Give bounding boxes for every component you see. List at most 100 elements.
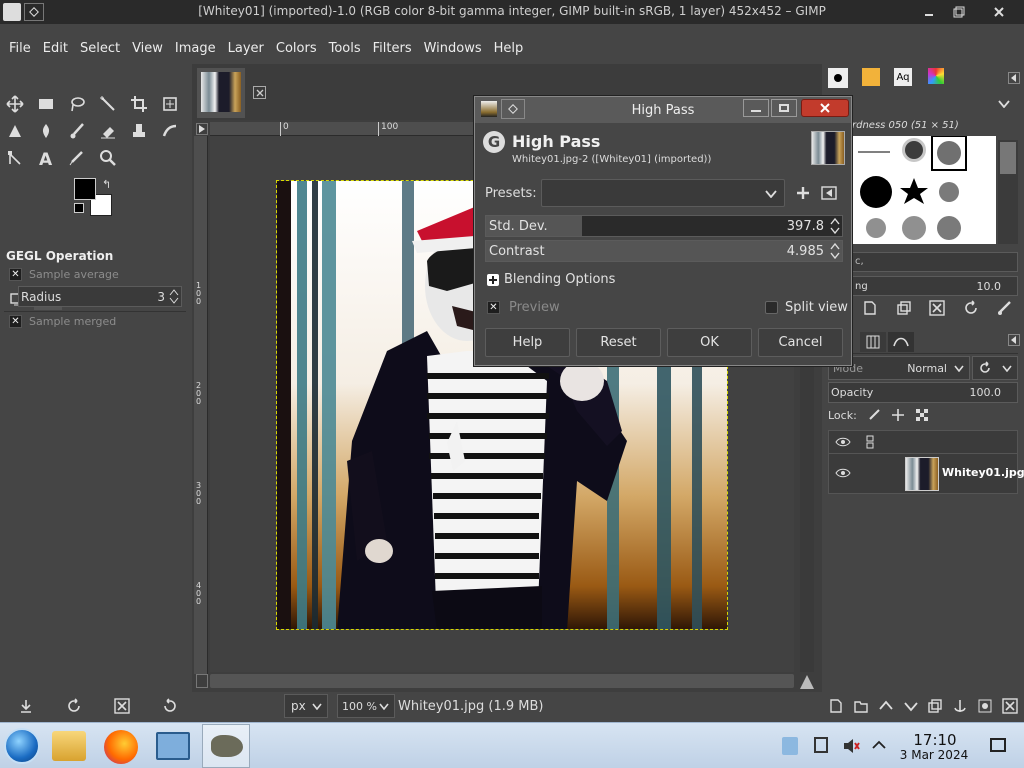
blending-options-expander[interactable]: Blending Options <box>487 272 615 287</box>
quick-mask-menu-icon[interactable] <box>196 123 208 135</box>
menu-filters[interactable]: Filters <box>373 41 412 56</box>
horizontal-scrollbar[interactable] <box>210 674 794 688</box>
sample-merged-checkbox[interactable]: ✕ <box>9 315 22 328</box>
ok-button[interactable]: OK <box>667 328 752 357</box>
clone-tool-icon[interactable] <box>127 119 151 143</box>
delete-brush-icon[interactable] <box>929 300 945 316</box>
brush-grid-scrollbar[interactable] <box>998 140 1018 244</box>
gimp-taskbar-item[interactable] <box>202 724 250 768</box>
foreground-color-swatch[interactable] <box>74 178 96 200</box>
brush-tag-filter[interactable]: c, <box>852 252 1018 272</box>
navigate-icon[interactable] <box>799 674 815 690</box>
split-view-checkbox[interactable] <box>765 301 778 314</box>
help-button[interactable]: Help <box>485 328 570 357</box>
bucket-fill-tool-icon[interactable] <box>3 119 27 143</box>
fg-bg-color-selector[interactable]: ↰ <box>74 178 114 218</box>
tray-expand-chevron-icon[interactable] <box>872 740 886 750</box>
menu-layer[interactable]: Layer <box>228 41 264 56</box>
dialog-titlebar[interactable]: High Pass <box>475 97 851 123</box>
swap-colors-icon[interactable]: ↰ <box>102 178 111 191</box>
fuzzy-select-tool-icon[interactable] <box>96 92 120 116</box>
std-dev-slider[interactable]: Std. Dev. 397.8 <box>485 215 843 237</box>
preview-toggle[interactable]: ✕ Preview <box>487 300 560 315</box>
menu-colors[interactable]: Colors <box>276 41 317 56</box>
new-layer-icon[interactable] <box>828 698 844 714</box>
vertical-ruler[interactable]: 1 0 0 2 0 0 3 0 0 4 0 0 <box>194 136 208 674</box>
add-mask-icon[interactable] <box>977 698 993 714</box>
lock-pixels-icon[interactable] <box>867 408 881 422</box>
anchor-layer-icon[interactable] <box>952 698 968 714</box>
reset-tool-options-icon[interactable] <box>162 698 178 714</box>
default-colors-icon[interactable] <box>74 203 84 213</box>
presets-select[interactable] <box>541 179 785 207</box>
crop-tool-icon[interactable] <box>127 92 151 116</box>
brush-spacing-slider[interactable]: ng 10.0 <box>852 276 1018 296</box>
cancel-button[interactable]: Cancel <box>758 328 843 357</box>
add-preset-icon[interactable] <box>795 185 811 201</box>
restore-button[interactable] <box>946 3 972 21</box>
menu-select[interactable]: Select <box>80 41 120 56</box>
lock-position-icon[interactable] <box>891 408 905 422</box>
paths-tab-icon[interactable] <box>888 332 914 352</box>
unit-select[interactable]: px <box>284 694 328 718</box>
sample-average-checkbox[interactable]: ✕ <box>9 268 22 281</box>
lasso-tool-icon[interactable] <box>65 92 89 116</box>
raise-layer-icon[interactable] <box>878 698 894 714</box>
brushes-dock-menu-icon[interactable] <box>1008 72 1020 84</box>
clock-time[interactable]: 17:10 <box>910 731 960 749</box>
menu-file[interactable]: File <box>9 41 31 56</box>
dialog-maximize-button[interactable] <box>771 99 797 117</box>
presets-menu-icon[interactable] <box>821 185 837 201</box>
control-panel-taskbar-icon[interactable] <box>156 732 190 760</box>
lower-layer-icon[interactable] <box>903 698 919 714</box>
reset-button[interactable]: Reset <box>576 328 661 357</box>
radius-spinner[interactable]: Radius 3 <box>18 286 182 307</box>
clipboard-tray-icon[interactable] <box>814 737 828 753</box>
new-layer-group-icon[interactable] <box>853 698 869 714</box>
std-dev-stepper-icon[interactable] <box>830 218 840 234</box>
save-tool-preset-icon[interactable] <box>18 698 34 714</box>
firefox-taskbar-icon[interactable] <box>104 730 138 764</box>
opacity-slider[interactable]: Opacity 100.0 <box>828 382 1018 403</box>
menu-tools[interactable]: Tools <box>329 41 361 56</box>
menu-view[interactable]: View <box>132 41 163 56</box>
menu-image[interactable]: Image <box>175 41 216 56</box>
start-button[interactable] <box>4 728 40 764</box>
sample-average-row[interactable]: ✕ Sample average <box>9 268 119 281</box>
duplicate-layer-icon[interactable] <box>927 698 943 714</box>
menu-windows[interactable]: Windows <box>424 41 482 56</box>
lock-alpha-icon[interactable] <box>915 408 929 422</box>
text-tool-icon[interactable]: A <box>34 146 58 170</box>
delete-layer-icon[interactable] <box>1002 698 1018 714</box>
unified-transform-tool-icon[interactable] <box>158 92 182 116</box>
channels-tab-icon[interactable] <box>860 332 886 352</box>
paintbrush-tool-icon[interactable] <box>65 119 89 143</box>
color-picker-tool-icon[interactable] <box>65 146 89 170</box>
layer-visibility-eye-icon[interactable] <box>835 467 851 479</box>
preview-checkbox[interactable]: ✕ <box>487 301 500 314</box>
sample-merged-row[interactable]: ✕ Sample merged <box>9 315 116 328</box>
smudge-tool-icon[interactable] <box>158 119 182 143</box>
zoom-select[interactable]: 100 % <box>337 694 395 718</box>
layers-dock-menu-icon[interactable] <box>1008 334 1020 346</box>
menu-edit[interactable]: Edit <box>43 41 68 56</box>
image-tab[interactable] <box>197 68 245 118</box>
contrast-slider[interactable]: Contrast 4.985 <box>485 240 843 262</box>
fonts-tab-icon[interactable]: Aq <box>894 68 912 86</box>
zoom-tool-icon[interactable] <box>96 146 120 170</box>
brushes-tab-icon[interactable] <box>828 68 848 88</box>
rect-select-tool-icon[interactable] <box>34 92 58 116</box>
show-desktop-icon[interactable] <box>990 738 1006 752</box>
dialog-minimize-button[interactable] <box>743 99 769 117</box>
new-brush-icon[interactable] <box>862 300 878 316</box>
brush-grid[interactable] <box>852 136 996 244</box>
delete-tool-preset-icon[interactable] <box>114 698 130 714</box>
eraser-tool-icon[interactable] <box>96 119 120 143</box>
close-window-button[interactable] <box>986 3 1012 21</box>
close-image-tab-icon[interactable] <box>253 86 266 99</box>
layer-row[interactable]: Whitey01.jpg <box>828 454 1024 494</box>
gradients-tab-icon[interactable] <box>928 68 944 84</box>
refresh-brushes-icon[interactable] <box>963 300 979 316</box>
radius-stepper-icon[interactable] <box>169 289 179 304</box>
quick-mask-toggle[interactable] <box>196 674 208 688</box>
